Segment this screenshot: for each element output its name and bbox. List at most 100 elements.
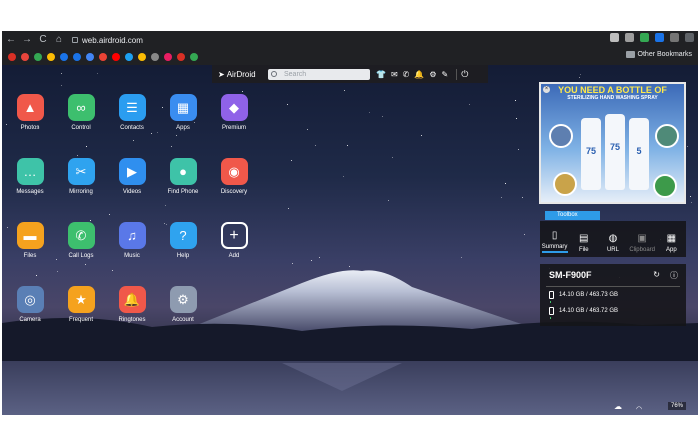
tool-file[interactable]: ▤ File <box>571 232 597 253</box>
bookmark-icon[interactable] <box>125 53 133 61</box>
ad-banner[interactable]: × YOU NEED A BOTTLE OF STERILIZING HAND … <box>539 82 686 204</box>
bell-icon[interactable]: 🔔 <box>414 70 424 79</box>
apps-grid-icon: ▦ <box>169 94 197 121</box>
app-files[interactable]: ▬ Files <box>5 222 55 259</box>
app-camera[interactable]: ◎ Camera <box>5 286 55 323</box>
forward-arrow-icon[interactable]: → <box>20 33 34 47</box>
app-frequent[interactable]: ★ Frequent <box>56 286 106 323</box>
app-messages[interactable]: … Messages <box>5 158 55 195</box>
app-label: Camera <box>19 317 41 323</box>
home-icon[interactable]: ⌂ <box>52 33 66 47</box>
bookmark-icon[interactable] <box>60 53 68 61</box>
extension-icon[interactable] <box>640 33 649 42</box>
star <box>501 197 502 198</box>
app-photos[interactable]: ▲ Photos <box>5 94 55 131</box>
tool-summary[interactable]: ▯ Summary <box>541 229 568 253</box>
cloud-icon[interactable]: ☁ <box>614 402 622 411</box>
app-label: Files <box>23 253 37 259</box>
star <box>307 129 308 130</box>
toolbar-icons: 👕 ✉ ✆ 🔔 ⚙ ✎ <box>376 70 448 79</box>
bookmark-icon[interactable] <box>47 53 55 61</box>
tool-label: Clipboard <box>629 247 655 253</box>
star <box>515 100 516 101</box>
other-bookmarks-label: Other Bookmarks <box>637 51 692 58</box>
bookmark-icon[interactable] <box>86 53 94 61</box>
airdroid-toolbar: ➤ AirDroid Search 👕 ✉ ✆ 🔔 ⚙ ✎ ⏻ <box>212 65 488 83</box>
app-ringtones[interactable]: 🔔 Ringtones <box>107 286 157 323</box>
bookmark-icon[interactable] <box>73 53 81 61</box>
gear-icon[interactable]: ⚙ <box>429 70 436 79</box>
app-find-phone[interactable]: ● Find Phone <box>158 158 208 195</box>
battery-indicator: 76% <box>668 402 687 410</box>
clipboard-icon: ▣ <box>637 233 647 244</box>
app-music[interactable]: ♫ Music <box>107 222 157 259</box>
star <box>505 183 506 184</box>
reload-icon[interactable]: C <box>36 33 50 47</box>
bookmark-icon[interactable] <box>164 53 172 61</box>
app-contacts[interactable]: ☰ Contacts <box>107 94 157 131</box>
mail-icon[interactable]: ✉ <box>391 70 398 79</box>
app-mirroring[interactable]: ✂ Mirroring <box>56 158 106 195</box>
bookmark-icon[interactable] <box>34 53 42 61</box>
bookmark-icon[interactable] <box>99 53 107 61</box>
bookmark-icon[interactable] <box>177 53 185 61</box>
star <box>86 146 87 147</box>
app-label: Videos <box>122 189 142 195</box>
storage-text: 14.10 GB / 463.73 GB <box>559 292 619 298</box>
star <box>522 197 523 198</box>
extension-icon[interactable] <box>685 33 694 42</box>
tool-url[interactable]: ◍ URL <box>600 232 626 253</box>
other-bookmarks[interactable]: Other Bookmarks <box>625 51 692 58</box>
app-videos[interactable]: ▶ Videos <box>107 158 157 195</box>
app-label: Find Phone <box>167 189 199 195</box>
tool-label: File <box>578 247 589 253</box>
refresh-icon[interactable]: ↻ <box>653 270 660 281</box>
frequent-icon: ★ <box>67 286 95 313</box>
bookmark-icon[interactable] <box>138 53 146 61</box>
url-text: web.airdroid.com <box>82 35 143 45</box>
app-call-logs[interactable]: ✆ Call Logs <box>56 222 106 259</box>
extension-icon[interactable] <box>655 33 664 42</box>
app-help[interactable]: ? Help <box>158 222 208 259</box>
extension-icon[interactable] <box>625 33 634 42</box>
star <box>580 74 581 75</box>
extension-icon[interactable] <box>610 33 619 42</box>
back-arrow-icon[interactable]: ← <box>4 33 18 47</box>
app-premium[interactable]: ◆ Premium <box>209 94 259 131</box>
star <box>518 149 519 150</box>
app-add[interactable]: + Add <box>209 222 259 259</box>
spray-bottle: 75 <box>605 114 625 190</box>
lock-icon <box>72 37 78 43</box>
bookmark-icon[interactable] <box>8 53 16 61</box>
search-input[interactable]: Search <box>268 68 370 80</box>
shirt-icon[interactable]: 👕 <box>376 70 386 79</box>
info-icon[interactable]: ⓘ <box>670 270 678 281</box>
address-bar[interactable]: web.airdroid.com <box>72 36 143 45</box>
star <box>97 73 98 74</box>
extension-icon[interactable] <box>670 33 679 42</box>
star <box>691 202 692 203</box>
help-icon: ? <box>169 222 197 249</box>
bookmark-icon[interactable] <box>151 53 159 61</box>
app-account[interactable]: ⚙ Account <box>158 286 208 323</box>
phone-icon[interactable]: ✆ <box>403 70 410 79</box>
power-icon[interactable]: ⏻ <box>456 68 468 80</box>
location-pin-icon: ● <box>169 158 197 185</box>
app-discovery[interactable]: ◉ Discovery <box>209 158 259 195</box>
tool-clipboard[interactable]: ▣ Clipboard <box>629 232 655 253</box>
app-apps[interactable]: ▦ Apps <box>158 94 208 131</box>
bookmark-icon[interactable] <box>190 53 198 61</box>
tool-app[interactable]: ▦ App <box>658 232 684 253</box>
star <box>315 145 316 146</box>
toolbox-tab[interactable]: Toolbox <box>545 211 600 220</box>
star <box>347 145 348 146</box>
pen-icon[interactable]: ✎ <box>442 70 449 79</box>
star <box>61 73 62 74</box>
star <box>61 85 62 86</box>
bookmark-icon[interactable] <box>112 53 120 61</box>
app-control[interactable]: ∞ Control <box>56 94 106 131</box>
bookmark-icon[interactable] <box>21 53 29 61</box>
address-bar-row: ← → C ⌂ web.airdroid.com <box>2 31 698 49</box>
scissors-icon: ✂ <box>67 158 95 185</box>
extension-icons <box>610 33 694 42</box>
